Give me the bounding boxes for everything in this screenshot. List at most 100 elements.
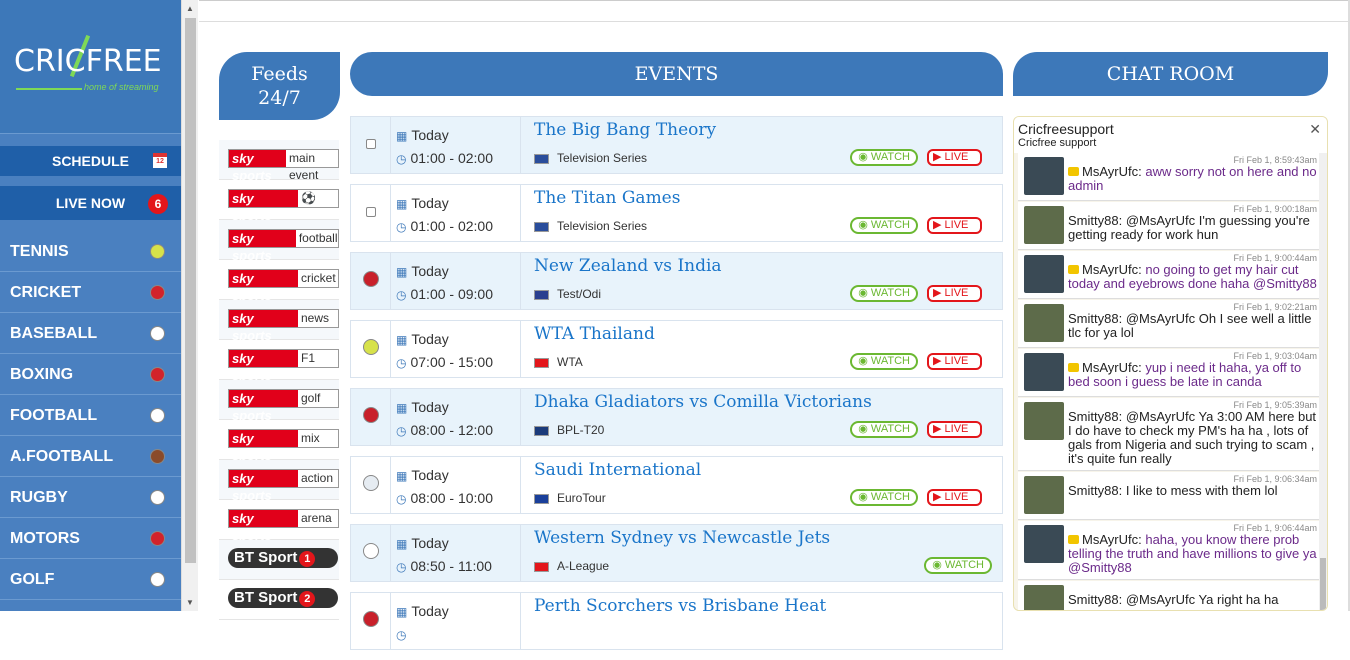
feed-item[interactable]: sky sports news: [219, 300, 339, 343]
avatar[interactable]: [1024, 255, 1064, 293]
video-camera-icon: ▶: [933, 355, 945, 367]
watch-button[interactable]: ◉ WATCH: [850, 421, 918, 438]
clock-icon: ◷: [396, 356, 407, 370]
message-username[interactable]: MsAyrUfc:: [1082, 164, 1142, 179]
avatar[interactable]: [1024, 304, 1064, 342]
event-title-link[interactable]: Western Sydney vs Newcastle Jets: [534, 528, 830, 548]
sidebar-item-label: TENNIS: [10, 243, 69, 260]
avatar[interactable]: [1024, 353, 1064, 391]
watch-button[interactable]: ◉ WATCH: [850, 217, 918, 234]
select-checkbox[interactable]: [366, 207, 376, 217]
sky-sports-logo: sky sports cricket: [228, 269, 339, 303]
live-button[interactable]: ▶ LIVE: [927, 149, 982, 166]
event-title-link[interactable]: Perth Scorchers vs Brisbane Heat: [534, 596, 826, 616]
feed-item[interactable]: sky sports golf: [219, 380, 339, 423]
avatar[interactable]: [1024, 402, 1064, 440]
feed-item[interactable]: sky sports football: [219, 220, 339, 263]
golf-ball-icon: [363, 475, 379, 491]
chat-room-header: CHAT ROOM: [1013, 52, 1328, 96]
message-username[interactable]: MsAyrUfc:: [1082, 262, 1142, 277]
live-button[interactable]: ▶ LIVE: [927, 285, 982, 302]
event-row[interactable]: ▦ Today ◷ Perth Scorchers vs Brisbane Heat: [350, 592, 1003, 650]
message-username[interactable]: Smitty88:: [1068, 213, 1122, 228]
event-time-cell: ▦ Today ◷ 01:00 - 02:00: [391, 185, 521, 241]
feed-item[interactable]: sky sports mix: [219, 420, 339, 463]
watch-button[interactable]: ◉ WATCH: [850, 149, 918, 166]
sidebar-scrollbar[interactable]: ▲ ▼: [181, 0, 198, 611]
watch-button[interactable]: ◉ WATCH: [924, 557, 992, 574]
event-row[interactable]: ▦ Today ◷ 01:00 - 09:00 New Zealand vs India…: [350, 252, 1003, 310]
select-checkbox[interactable]: [366, 139, 376, 149]
event-day-text: Today: [411, 603, 449, 619]
live-button[interactable]: ▶ LIVE: [927, 217, 982, 234]
calendar-icon: ▦: [396, 197, 408, 211]
event-category-text: Test/Odi: [557, 287, 602, 301]
message-username[interactable]: Smitty88:: [1068, 409, 1122, 424]
message-username[interactable]: Smitty88:: [1068, 592, 1122, 607]
feed-item[interactable]: sky sports main event: [219, 140, 339, 183]
sidebar-item-boxing[interactable]: BOXING: [0, 354, 181, 395]
sidebar-item-afootball[interactable]: A.FOOTBALL: [0, 436, 181, 477]
event-row[interactable]: ▦ Today ◷ 01:00 - 02:00 The Titan Games Telev…: [350, 184, 1003, 242]
event-title-link[interactable]: Saudi International: [534, 460, 701, 480]
close-icon[interactable]: ✕: [1309, 121, 1321, 138]
sidebar-item-rugby[interactable]: RUGBY: [0, 477, 181, 518]
sidebar-item-football[interactable]: FOOTBALL: [0, 395, 181, 436]
message-timestamp: Fri Feb 1, 9:00:18am: [1233, 204, 1317, 214]
event-title-link[interactable]: WTA Thailand: [534, 324, 655, 344]
schedule-button[interactable]: SCHEDULE 12: [0, 146, 181, 176]
chat-scrollbar[interactable]: [1319, 153, 1327, 610]
watch-button[interactable]: ◉ WATCH: [850, 353, 918, 370]
event-row[interactable]: ▦ Today ◷ 08:00 - 10:00 Saudi International E…: [350, 456, 1003, 514]
racing-car-icon: [150, 531, 165, 546]
scrollbar-thumb[interactable]: [185, 18, 196, 563]
event-day-text: Today: [411, 195, 449, 211]
event-row[interactable]: ▦ Today ◷ 07:00 - 15:00 WTA Thailand WTA ◉ WAT…: [350, 320, 1003, 378]
event-row[interactable]: ▦ Today ◷ 08:00 - 12:00 Dhaka Gladiators vs …: [350, 388, 1003, 446]
avatar[interactable]: [1024, 206, 1064, 244]
chat-scrollbar-thumb[interactable]: [1320, 558, 1326, 610]
sky-sports-logo: sky sports main event: [228, 149, 339, 183]
avatar[interactable]: [1024, 525, 1064, 563]
sidebar-item-baseball[interactable]: BASEBALL: [0, 313, 181, 354]
event-row[interactable]: ▦ Today ◷ 01:00 - 02:00 The Big Bang Theory T…: [350, 116, 1003, 174]
eye-icon: ◉: [858, 423, 871, 435]
live-button[interactable]: ▶ LIVE: [927, 489, 982, 506]
event-title-link[interactable]: The Big Bang Theory: [534, 120, 716, 140]
feeds-subtitle: 24/7: [258, 87, 301, 109]
feed-channel: 1: [299, 551, 316, 567]
scroll-down-arrow-icon[interactable]: ▼: [186, 598, 194, 607]
message-username[interactable]: Smitty88:: [1068, 311, 1122, 326]
scroll-up-arrow-icon[interactable]: ▲: [186, 4, 194, 13]
watch-button[interactable]: ◉ WATCH: [850, 489, 918, 506]
event-title-link[interactable]: Dhaka Gladiators vs Comilla Victorians: [534, 392, 872, 412]
message-username[interactable]: MsAyrUfc:: [1082, 532, 1142, 547]
feed-item[interactable]: BT Sport 2: [219, 580, 339, 620]
feed-channel: mix: [298, 430, 338, 447]
feed-item[interactable]: sky sports F1: [219, 340, 339, 383]
watch-button[interactable]: ◉ WATCH: [850, 285, 918, 302]
event-row[interactable]: ▦ Today ◷ 08:50 - 11:00 Western Sydney vs Ne…: [350, 524, 1003, 582]
feed-item[interactable]: sky sports cricket: [219, 260, 339, 303]
sidebar-item-golf[interactable]: GOLF: [0, 559, 181, 600]
live-now-button[interactable]: LIVE NOW 6: [0, 186, 181, 220]
feed-item[interactable]: sky sports action: [219, 460, 339, 503]
avatar[interactable]: [1024, 585, 1064, 610]
avatar[interactable]: [1024, 157, 1064, 195]
feed-item[interactable]: sky sports ⚽: [219, 180, 339, 223]
cricfree-logo[interactable]: CRICFREE home of streaming: [0, 0, 181, 134]
live-button[interactable]: ▶ LIVE: [927, 421, 982, 438]
eye-icon: ◉: [858, 491, 871, 503]
sidebar-item-tennis[interactable]: TENNIS: [0, 231, 181, 272]
live-button[interactable]: ▶ LIVE: [927, 353, 982, 370]
sidebar-item-cricket[interactable]: CRICKET: [0, 272, 181, 313]
feed-item[interactable]: sky sports arena: [219, 500, 339, 543]
feed-item[interactable]: BT Sport 1: [219, 540, 339, 580]
event-title-link[interactable]: New Zealand vs India: [534, 256, 722, 276]
message-username[interactable]: MsAyrUfc:: [1082, 360, 1142, 375]
message-timestamp: Fri Feb 1, 9:05:39am: [1233, 400, 1317, 410]
sidebar-item-motors[interactable]: MOTORS: [0, 518, 181, 559]
event-title-link[interactable]: The Titan Games: [534, 188, 680, 208]
message-username[interactable]: Smitty88:: [1068, 483, 1122, 498]
avatar[interactable]: [1024, 476, 1064, 514]
